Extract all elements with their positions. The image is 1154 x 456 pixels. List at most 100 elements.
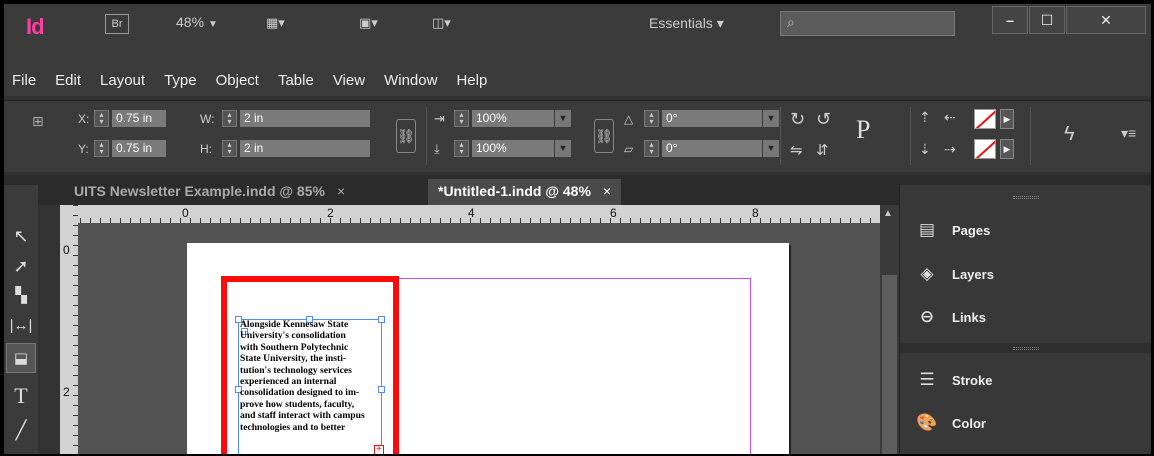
story-text[interactable]: Alongside Kennesaw State University's co… — [240, 319, 380, 433]
workspace-switcher[interactable]: Essentials ▾ — [649, 15, 724, 32]
stepper-icon[interactable]: ▴ ▾ — [94, 110, 109, 127]
w-label: W: — [200, 111, 215, 126]
menu-type[interactable]: Type — [164, 72, 197, 89]
paragraph-direction-indicator: P — [856, 115, 871, 144]
select-previous-icon[interactable]: ⇠ — [944, 109, 956, 125]
flip-horizontal-icon[interactable]: ⇋ — [790, 141, 803, 159]
scroll-thumb[interactable] — [882, 275, 897, 454]
zoom-level-dropdown[interactable]: 48% ▼ — [176, 14, 218, 30]
panel-grip[interactable] — [1013, 347, 1039, 350]
scale-y-field[interactable]: ⤓ ▴ ▾ 100% ▼ — [434, 139, 571, 158]
content-collector-tool-icon[interactable]: ⬓ — [6, 343, 36, 373]
reference-point-icon[interactable]: ⊞ — [32, 113, 48, 135]
chevron-down-icon[interactable]: ▼ — [555, 110, 571, 127]
stepper-icon[interactable]: ▴ ▾ — [94, 140, 109, 157]
y-value[interactable]: 0.75 in — [112, 140, 166, 157]
story-line: Alongside Kennesaw State — [240, 319, 349, 330]
pasteboard[interactable]: Alongside Kennesaw State University's co… — [78, 223, 880, 454]
chevron-down-icon[interactable]: ▼ — [555, 140, 571, 157]
shear-field[interactable]: ▱ ▴ ▾ 0° ▼ — [624, 139, 779, 158]
constrain-proportions-icon[interactable]: ⛓ — [396, 119, 416, 153]
gap-tool-icon[interactable]: |↔| — [6, 311, 36, 341]
y-label: Y: — [78, 141, 89, 156]
stepper-icon[interactable]: ▴ ▾ — [222, 140, 237, 157]
overset-text-icon[interactable]: + — [374, 445, 384, 454]
scroll-up-icon[interactable]: ▲ — [883, 208, 893, 219]
rotation-value[interactable]: 0° — [662, 110, 762, 127]
stepper-icon[interactable]: ▴ ▾ — [644, 140, 659, 157]
maximize-button[interactable]: ☐ — [1029, 6, 1065, 34]
bridge-button[interactable]: Br — [105, 14, 129, 34]
minimize-button[interactable]: – — [992, 6, 1028, 34]
menu-layout[interactable]: Layout — [100, 72, 145, 89]
workspace-label: Essentials — [649, 15, 713, 31]
close-button[interactable]: ✕ — [1066, 6, 1146, 34]
view-options-icon[interactable]: ▦▾ — [266, 15, 285, 31]
story-line: State University, the insti- — [240, 353, 347, 365]
fill-swatch[interactable] — [974, 109, 996, 129]
menu-view[interactable]: View — [333, 72, 365, 89]
direct-selection-tool-icon[interactable]: ➚ — [6, 251, 36, 281]
menu-help[interactable]: Help — [456, 72, 487, 89]
y-position-field[interactable]: Y: ▴ ▾ 0.75 in — [78, 139, 166, 158]
select-content-icon[interactable]: ⇣ — [919, 141, 931, 157]
stepper-icon[interactable]: ▴ ▾ — [222, 110, 237, 127]
menu-table[interactable]: Table — [278, 72, 314, 89]
menu-window[interactable]: Window — [384, 72, 437, 89]
tab-label: UITS Newsletter Example.indd @ 85% — [74, 183, 325, 199]
vertical-scrollbar[interactable]: ▲ — [880, 205, 899, 454]
scale-y-value[interactable]: 100% — [472, 140, 554, 157]
rotate-counterclockwise-icon[interactable]: ↺ — [816, 109, 831, 129]
tab-uits-newsletter[interactable]: UITS Newsletter Example.indd @ 85% × — [64, 179, 355, 205]
x-position-field[interactable]: X: ▴ ▾ 0.75 in — [78, 109, 166, 128]
menu-edit[interactable]: Edit — [55, 72, 81, 89]
panel-color[interactable]: 🎨 Color — [914, 409, 986, 437]
stepper-icon[interactable]: ▴ ▾ — [454, 110, 469, 127]
constrain-scale-icon[interactable]: ⛓ — [594, 119, 614, 153]
chevron-right-icon[interactable]: ▶ — [1000, 109, 1014, 129]
close-tab-icon[interactable]: × — [603, 183, 611, 199]
width-field[interactable]: W: ▴ ▾ 2 in — [200, 109, 370, 128]
x-value[interactable]: 0.75 in — [112, 110, 166, 127]
rotate-clockwise-icon[interactable]: ↻ — [790, 109, 805, 129]
selection-tool-icon[interactable]: ↖ — [6, 221, 36, 251]
shear-value[interactable]: 0° — [662, 140, 762, 157]
line-tool-icon[interactable]: ╱ — [6, 415, 36, 445]
stepper-icon[interactable]: ▴ ▾ — [644, 110, 659, 127]
page-tool-icon[interactable]: ▚ — [6, 281, 36, 311]
height-field[interactable]: H: ▴ ▾ 2 in — [200, 139, 370, 158]
h-value[interactable]: 2 in — [240, 140, 370, 157]
select-next-icon[interactable]: ⇢ — [944, 141, 956, 157]
close-tab-icon[interactable]: × — [337, 183, 345, 199]
layers-icon: ◈ — [920, 264, 934, 283]
separator — [910, 107, 911, 165]
chevron-right-icon[interactable]: ▶ — [1000, 139, 1014, 159]
rotation-field[interactable]: △ ▴ ▾ 0° ▼ — [624, 109, 779, 128]
story-line: University's consolidation — [240, 330, 346, 342]
screen-mode-icon[interactable]: ▣▾ — [359, 15, 378, 31]
panel-pages[interactable]: ▤ Pages — [914, 216, 990, 244]
panel-layers[interactable]: ◈ Layers — [914, 260, 993, 288]
scale-x-field[interactable]: ⇥ ▴ ▾ 100% ▼ — [434, 109, 571, 128]
panel-links[interactable]: ⊖ Links — [914, 303, 986, 331]
select-container-icon[interactable]: ⇡ — [919, 109, 931, 125]
stroke-swatch[interactable] — [974, 139, 996, 159]
panel-stroke[interactable]: ☰ Stroke — [914, 366, 992, 394]
type-tool-icon[interactable]: T — [6, 381, 36, 411]
panel-grip[interactable] — [1013, 196, 1039, 199]
menu-object[interactable]: Object — [216, 72, 259, 89]
chevron-down-icon[interactable]: ▼ — [763, 140, 779, 157]
chevron-down-icon[interactable]: ▼ — [763, 110, 779, 127]
stepper-icon[interactable]: ▴ ▾ — [454, 140, 469, 157]
flip-vertical-icon[interactable]: ⇵ — [816, 141, 829, 159]
panel-menu-icon[interactable]: ▾≡ — [1121, 125, 1136, 141]
quick-apply-icon[interactable]: ϟ — [1064, 123, 1075, 145]
story-line: tution's technology services — [240, 364, 352, 376]
arrange-documents-icon[interactable]: ◫▾ — [432, 15, 451, 31]
w-value[interactable]: 2 in — [240, 110, 370, 127]
document-page[interactable]: Alongside Kennesaw State University's co… — [187, 243, 789, 454]
tab-untitled-1[interactable]: *Untitled-1.indd @ 48% × — [428, 179, 622, 205]
search-input[interactable]: ⌕ — [780, 11, 955, 36]
menu-file[interactable]: File — [12, 72, 36, 89]
scale-x-value[interactable]: 100% — [472, 110, 554, 127]
